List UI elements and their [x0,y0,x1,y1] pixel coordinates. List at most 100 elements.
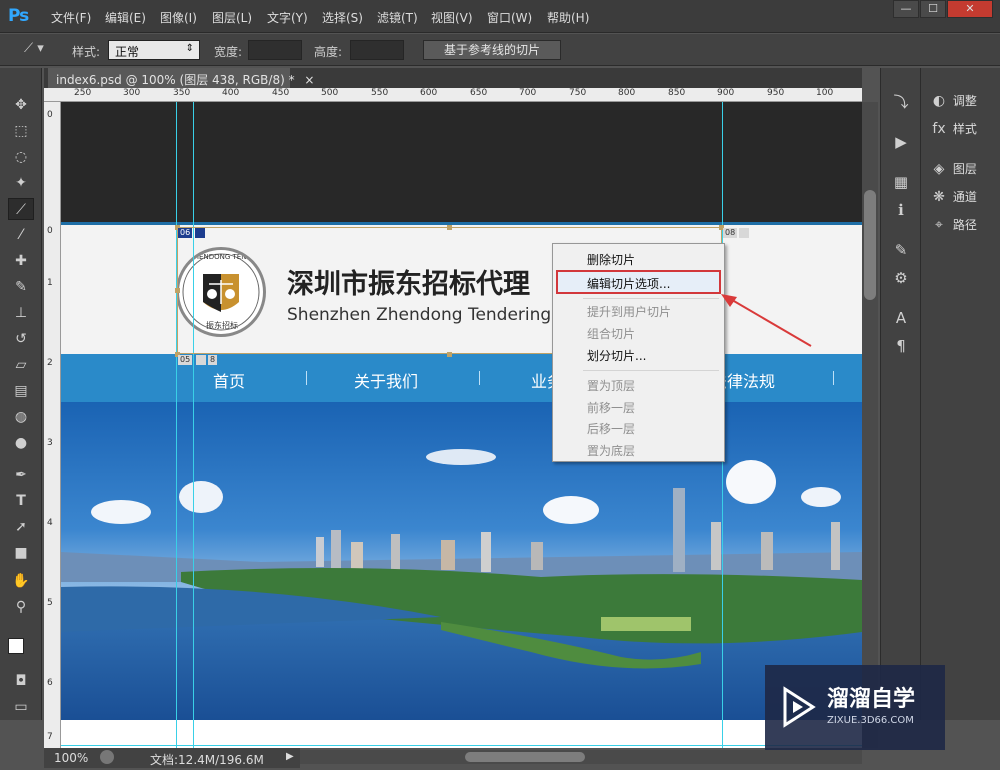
slice-tool-icon[interactable]: ⟋ [8,198,34,220]
gradient-tool-icon[interactable]: ▤ [8,380,34,402]
slice-number-tag: 06 [178,228,193,238]
slice-handle[interactable] [447,225,452,230]
panel-layers[interactable]: ◈ 图层 [929,160,997,182]
zoom-tool-icon[interactable]: ⚲ [8,596,34,618]
eraser-tool-icon[interactable]: ▱ [8,354,34,376]
menu-promote-slice[interactable]: 提升到用户切片 [587,303,671,320]
move-tool-icon[interactable]: ✥ [8,94,34,116]
magic-wand-tool-icon[interactable]: ✦ [8,172,34,194]
nav-divider [306,371,307,385]
dodge-tool-icon[interactable]: ● [8,432,34,454]
menu-help[interactable]: 帮助(H) [547,9,589,26]
character-panel-icon[interactable]: A [891,308,911,328]
menu-edit-slice-options[interactable]: 编辑切片选项... [587,275,670,292]
height-field[interactable] [350,40,404,60]
menu-send-to-back[interactable]: 置为底层 [587,442,635,459]
vertical-scroll-thumb[interactable] [864,190,876,300]
ruler-tick: 450 [272,88,290,98]
nav-divider [479,371,480,385]
guide-horizontal[interactable] [61,745,862,746]
panel-styles[interactable]: fx 样式 [929,120,997,142]
ruler-tick: 500 [321,88,339,98]
type-tool-icon[interactable]: T [8,490,34,512]
menu-file[interactable]: 文件(F) [51,9,91,26]
menu-bring-forward[interactable]: 前移一层 [587,399,635,416]
history-panel-icon[interactable]: ⤵ [891,92,911,112]
brush-tool-icon[interactable]: ✎ [8,276,34,298]
slice-number-tag: 08 [723,228,738,238]
path-selection-tool-icon[interactable]: ➚ [8,516,34,538]
history-brush-tool-icon[interactable]: ↺ [8,328,34,350]
menu-bar: Ps 文件(F) 编辑(E) 图像(I) 图层(L) 文字(Y) 选择(S) 滤… [0,0,1000,33]
play-logo-icon [783,686,816,728]
panel-channels[interactable]: ❋ 通道 [929,188,997,210]
blur-tool-icon[interactable]: ◍ [8,406,34,428]
menu-window[interactable]: 窗口(W) [487,9,532,26]
ruler-tick: 950 [767,88,785,98]
menu-divide-slice[interactable]: 划分切片... [587,347,646,364]
ruler-tick: 250 [74,88,92,98]
minimize-button[interactable]: — [893,0,919,18]
tool-presets-icon[interactable]: ⚙ [891,268,911,288]
style-select[interactable]: 正常 ⇕ [108,40,200,60]
maximize-button[interactable]: ☐ [920,0,946,18]
menu-send-backward[interactable]: 后移一层 [587,420,635,437]
menu-image[interactable]: 图像(I) [160,9,197,26]
paragraph-panel-icon[interactable]: ¶ [891,336,911,356]
menu-type[interactable]: 文字(Y) [267,9,308,26]
ruler-tick: 1 [47,278,53,288]
ruler-tick: 550 [371,88,389,98]
city-banner-image [61,402,862,720]
marquee-tool-icon[interactable]: ⬚ [8,120,34,142]
document-size: 文档:12.4M/196.6M [150,753,264,767]
width-field[interactable] [248,40,302,60]
ruler-tick: 300 [123,88,141,98]
panel-paths[interactable]: ⌖ 路径 [929,216,997,238]
brush-presets-icon[interactable]: ✎ [891,240,911,260]
actions-panel-icon[interactable]: ▶ [891,132,911,152]
guide-vertical[interactable] [193,102,194,748]
menu-bring-to-front[interactable]: 置为顶层 [587,377,635,394]
menu-edit[interactable]: 编辑(E) [105,9,146,26]
menu-delete-slice[interactable]: 删除切片 [587,251,635,268]
slice-context-menu: 删除切片 编辑切片选项... 提升到用户切片 组合切片 划分切片... 置为顶层… [552,243,725,462]
hand-tool-icon[interactable]: ✋ [8,570,34,592]
slices-from-guides-button[interactable]: 基于参考线的切片 [423,40,561,60]
document-canvas[interactable]: ZHENDONG TENDERING 振东招标 深圳市振东招标代理 Shenzh… [61,102,862,748]
slice-handle[interactable] [447,352,452,357]
screen-mode-icon[interactable]: ▭ [8,696,34,718]
zoom-level[interactable]: 100% [54,751,88,765]
menu-filter[interactable]: 滤镜(T) [377,9,418,26]
slice-tool-preset-icon[interactable]: ⟋ ▾ [24,41,58,59]
status-arrow-icon[interactable]: ▶ [286,751,294,762]
foreground-color-swatch[interactable] [8,638,24,654]
tools-panel: ✥ ⬚ ◌ ✦ ⟋ ⁄ ✚ ✎ ⊥ ↺ ▱ ▤ ◍ ● ✒ T ➚ ■ ✋ ⚲ … [0,68,42,720]
healing-brush-tool-icon[interactable]: ✚ [8,250,34,272]
info-panel-icon[interactable]: ℹ [891,200,911,220]
horizontal-scroll-thumb[interactable] [465,752,585,762]
close-window-button[interactable]: ✕ [947,0,993,18]
ruler-tick: 7 [47,732,53,742]
status-menu-icon[interactable] [100,750,114,764]
panel-adjustments[interactable]: ◐ 调整 [929,92,997,114]
menu-combine-slices[interactable]: 组合切片 [587,325,635,342]
properties-panel-icon[interactable]: ▦ [891,172,911,192]
guide-vertical[interactable] [176,102,177,748]
pen-tool-icon[interactable]: ✒ [8,464,34,486]
document-tab[interactable]: index6.psd @ 100% (图层 438, RGB/8) * × [48,68,314,88]
slice-handle[interactable] [175,288,180,293]
eyedropper-tool-icon[interactable]: ⁄ [8,224,34,246]
menu-select[interactable]: 选择(S) [322,9,363,26]
menu-view[interactable]: 视图(V) [431,9,473,26]
lasso-tool-icon[interactable]: ◌ [8,146,34,168]
ruler-tick: 650 [470,88,488,98]
watermark-url: ZIXUE.3D66.COM [827,715,914,726]
menu-layer[interactable]: 图层(L) [212,9,252,26]
rectangle-tool-icon[interactable]: ■ [8,542,34,564]
layers-icon: ◈ [933,161,945,177]
clone-stamp-tool-icon[interactable]: ⊥ [8,302,34,324]
close-tab-icon[interactable]: × [304,73,314,87]
ruler-tick: 350 [173,88,191,98]
panel-channels-label: 通道 [952,190,977,204]
quick-mask-icon[interactable]: ◘ [8,670,34,692]
